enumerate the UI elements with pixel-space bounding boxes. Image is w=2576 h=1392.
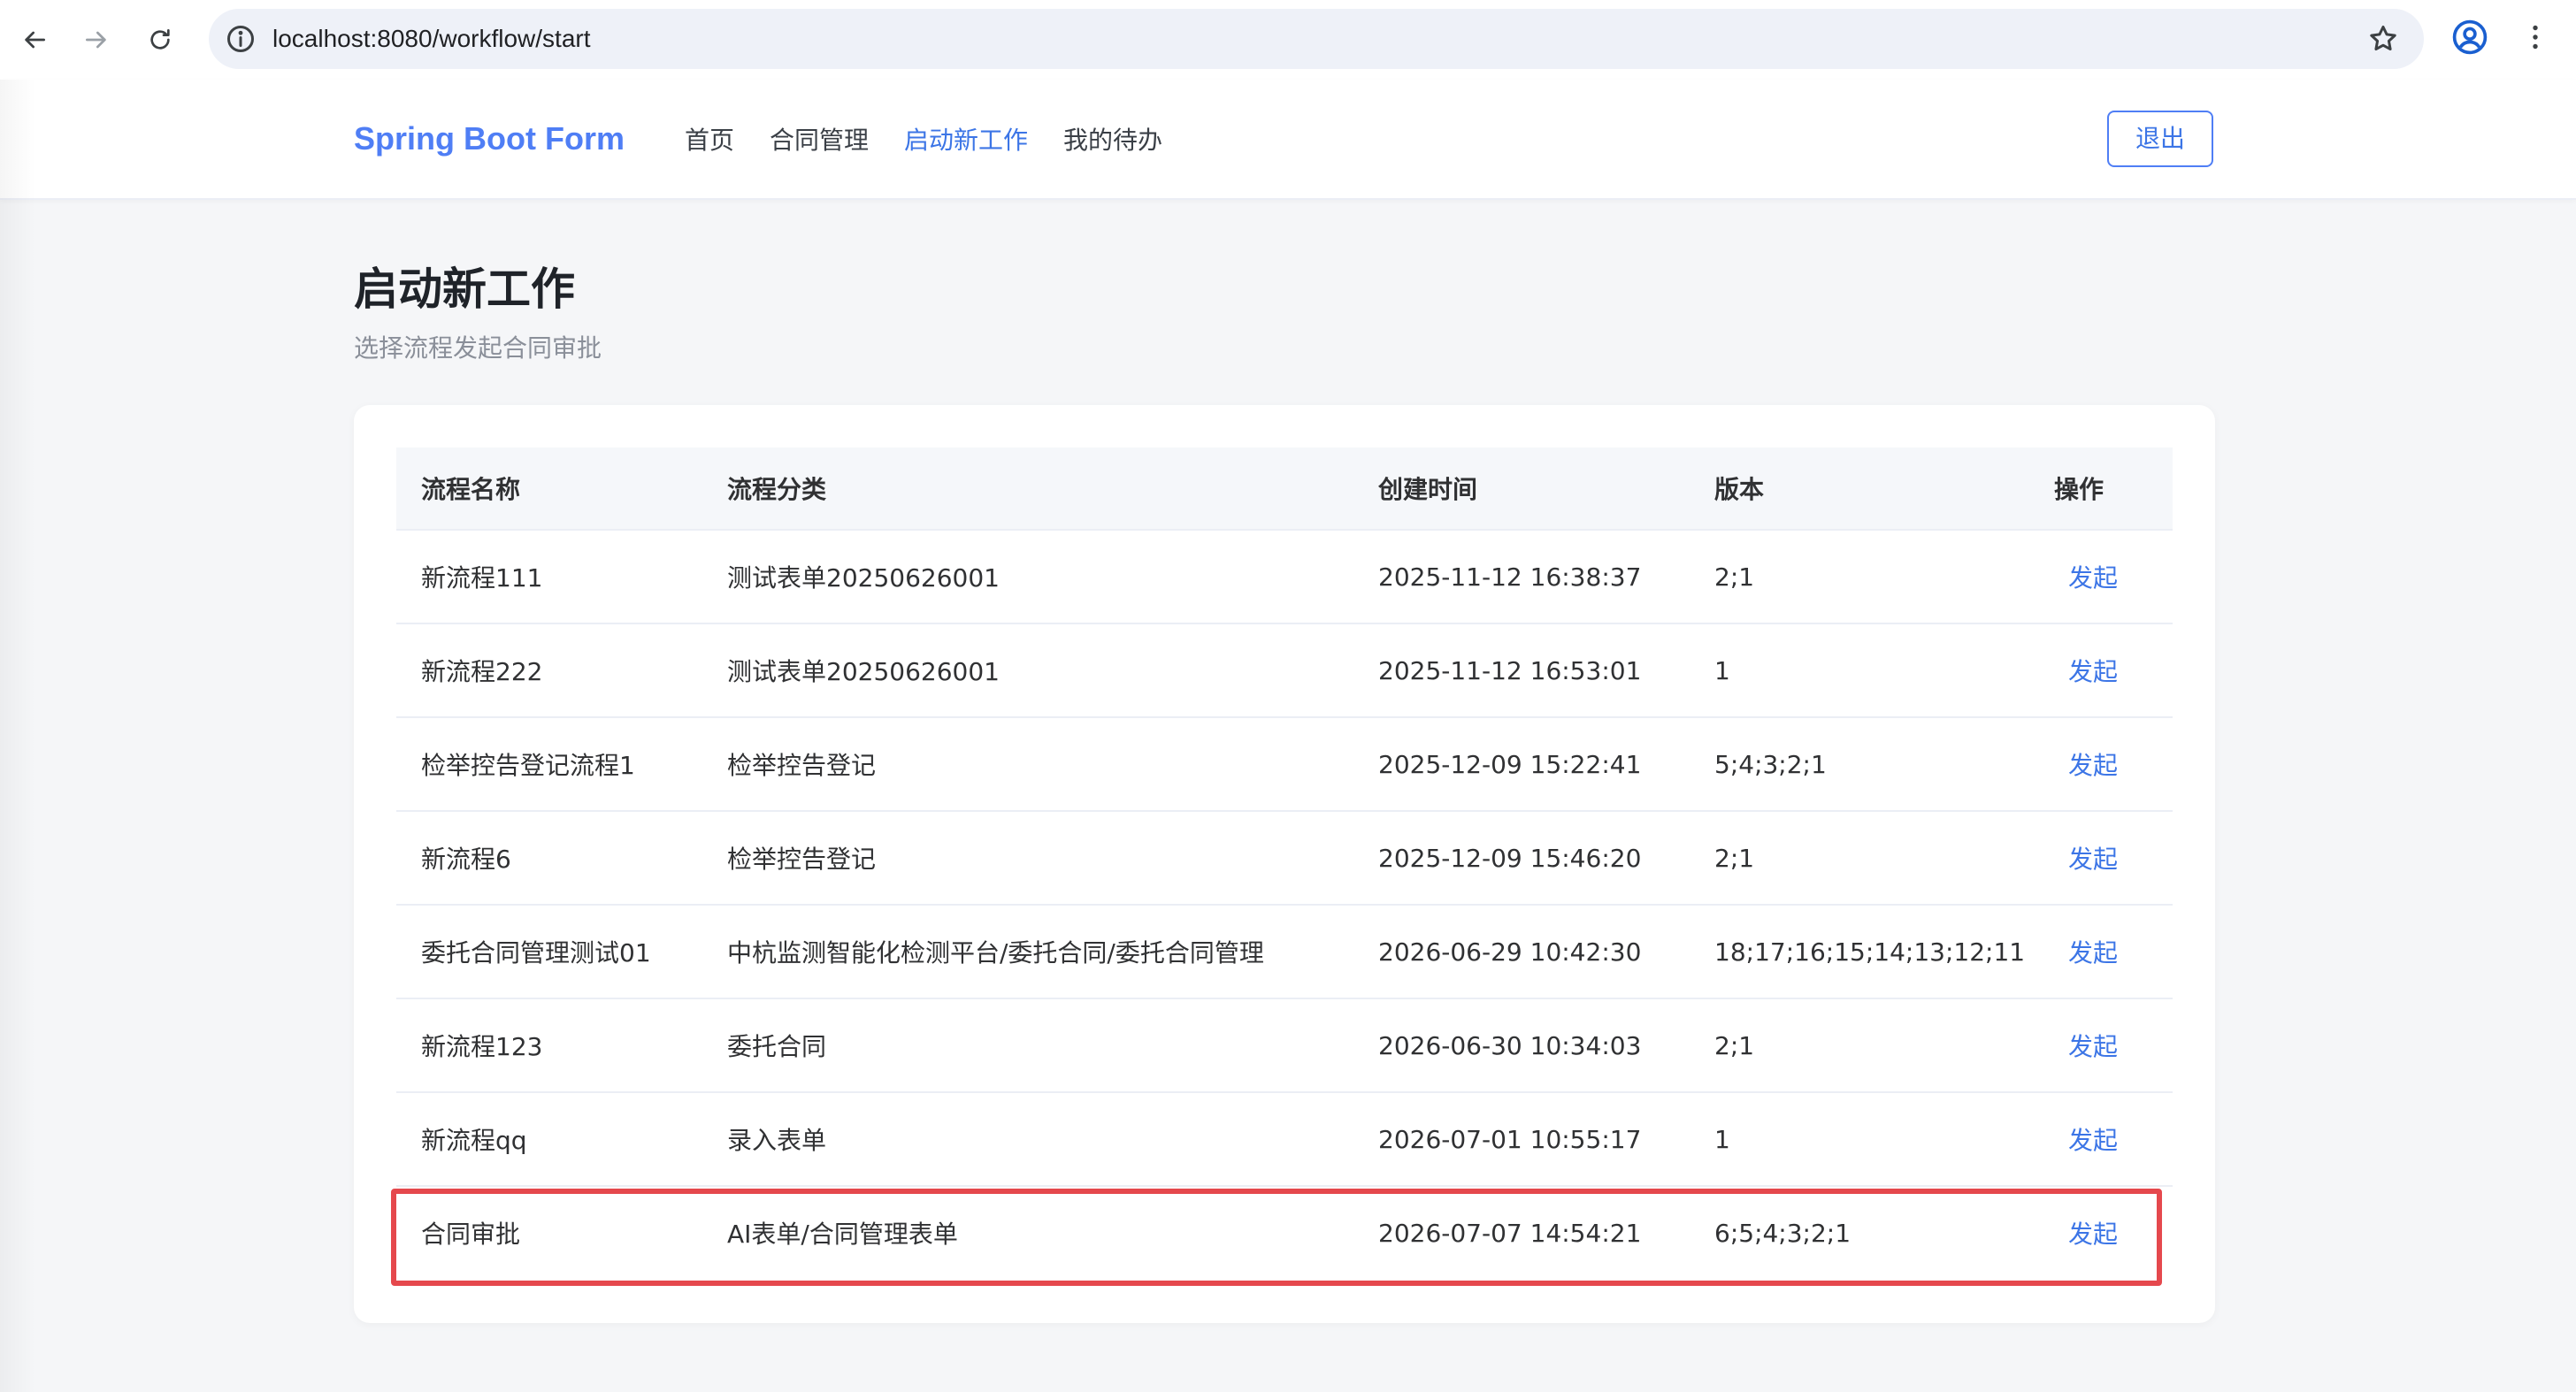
cell-name: 新流程222: [396, 623, 702, 718]
page-subtitle: 选择流程发起合同审批: [354, 333, 602, 363]
address-bar[interactable]: localhost:8080/workflow/start: [209, 9, 2424, 69]
cell-category: 委托合同: [702, 998, 1353, 1093]
app-header: Spring Boot Form 首页 合同管理 启动新工作 我的待办 退出: [0, 80, 2576, 200]
cell-version: 2;1: [1690, 811, 2029, 906]
cell-created: 2025-12-09 15:46:20: [1353, 811, 1690, 906]
table-row: 新流程6 检举控告登记 2025-12-09 15:46:20 2;1 发起: [396, 811, 2173, 906]
table-row: 新流程111 测试表单20250626001 2025-11-12 16:38:…: [396, 530, 2173, 624]
site-info-icon[interactable]: [225, 23, 257, 55]
cell-name: 新流程123: [396, 998, 702, 1093]
start-workflow-link[interactable]: 发起: [2054, 1220, 2118, 1249]
cell-category: AI表单/合同管理表单: [727, 1220, 958, 1249]
browser-menu-icon[interactable]: [2519, 18, 2551, 57]
reload-icon[interactable]: [138, 18, 182, 62]
cell-created: 2026-07-07 14:54:21: [1378, 1218, 1642, 1248]
start-workflow-link[interactable]: 发起: [2054, 751, 2118, 780]
cell-name: 委托合同管理测试01: [396, 905, 702, 999]
nav-item-start-workflow[interactable]: 启动新工作: [904, 121, 1028, 157]
table-row: 新流程123 委托合同 2026-06-30 10:34:03 2;1 发起: [396, 998, 2173, 1093]
start-workflow-link[interactable]: 发起: [2054, 563, 2118, 593]
workflow-card: 流程名称 流程分类 创建时间 版本 操作 新流程111 测试表单20250626…: [354, 405, 2215, 1323]
nav-item-contracts[interactable]: 合同管理: [770, 121, 869, 157]
cell-version: 6;5;4;3;2;1: [1714, 1218, 1852, 1248]
logout-button[interactable]: 退出: [2107, 111, 2213, 167]
page-title: 启动新工作: [354, 264, 575, 315]
cell-name: 合同审批: [421, 1220, 521, 1249]
cell-name: 新流程111: [396, 530, 702, 624]
cell-action: 发起: [2029, 998, 2173, 1093]
cell-category: 录入表单: [702, 1092, 1353, 1187]
cell-category: 测试表单20250626001: [702, 530, 1353, 624]
start-workflow-link[interactable]: 发起: [2054, 938, 2118, 968]
cell-category: 检举控告登记: [702, 811, 1353, 906]
start-workflow-link[interactable]: 发起: [2054, 1126, 2118, 1155]
cell-created: 2025-11-12 16:38:37: [1353, 530, 1690, 624]
profile-icon[interactable]: [2450, 18, 2489, 57]
cell-action: 发起: [2029, 623, 2173, 718]
cell-version: 2;1: [1690, 530, 2029, 624]
workflow-table: 流程名称 流程分类 创建时间 版本 操作 新流程111 测试表单20250626…: [396, 447, 2173, 1279]
nav-item-my-todos[interactable]: 我的待办: [1063, 121, 1162, 157]
table-row: 新流程qq 录入表单 2026-07-01 10:55:17 1 发起: [396, 1092, 2173, 1187]
cell-action: 发起: [2029, 530, 2173, 624]
cell-action: 发起: [2029, 717, 2173, 812]
table-row: 委托合同管理测试01 中杭监测智能化检测平台/委托合同/委托合同管理 2026-…: [396, 905, 2173, 999]
column-header-action: 操作: [2029, 447, 2173, 531]
column-header-name: 流程名称: [396, 447, 702, 531]
cell-name: 新流程qq: [396, 1092, 702, 1187]
cell-created: 2026-06-29 10:42:30: [1353, 905, 1690, 999]
cell-category: 检举控告登记: [702, 717, 1353, 812]
table-row: 新流程222 测试表单20250626001 2025-11-12 16:53:…: [396, 623, 2173, 718]
page-edge-shade: [0, 80, 35, 1392]
cell-created: 2025-11-12 16:53:01: [1353, 623, 1690, 718]
cell-version: 5;4;3;2;1: [1690, 717, 2029, 812]
column-header-category: 流程分类: [702, 447, 1353, 531]
main-nav: 首页 合同管理 启动新工作 我的待办: [685, 80, 1198, 198]
cell-created: 2026-07-01 10:55:17: [1353, 1092, 1690, 1187]
cell-version: 18;17;16;15;14;13;12;11: [1690, 905, 2029, 999]
browser-toolbar: localhost:8080/workflow/start: [0, 0, 2576, 80]
column-header-version: 版本: [1690, 447, 2029, 531]
cell-action: 发起: [2029, 811, 2173, 906]
nav-item-home[interactable]: 首页: [685, 121, 734, 157]
back-icon[interactable]: [12, 18, 57, 62]
bookmark-star-icon[interactable]: [2367, 23, 2399, 55]
cell-action: 发起: [2029, 1186, 2173, 1279]
cell-version: 1: [1690, 623, 2029, 718]
cell-created: 2026-06-30 10:34:03: [1353, 998, 1690, 1093]
start-workflow-link[interactable]: 发起: [2054, 845, 2118, 874]
cell-category: 测试表单20250626001: [702, 623, 1353, 718]
table-row: 检举控告登记流程1 检举控告登记 2025-12-09 15:22:41 5;4…: [396, 717, 2173, 812]
table-header-row: 流程名称 流程分类 创建时间 版本 操作: [396, 447, 2173, 531]
start-workflow-link[interactable]: 发起: [2054, 1032, 2118, 1061]
table-row: 合同审批 AI表单/合同管理表单 2026-07-07 14:54:21 6;5…: [396, 1186, 2173, 1279]
start-workflow-link[interactable]: 发起: [2054, 657, 2118, 686]
cell-name: 检举控告登记流程1: [396, 717, 702, 812]
cell-action: 发起: [2029, 905, 2173, 999]
cell-version: 2;1: [1690, 998, 2029, 1093]
cell-created: 2025-12-09 15:22:41: [1353, 717, 1690, 812]
cell-action: 发起: [2029, 1092, 2173, 1187]
cell-category: 中杭监测智能化检测平台/委托合同/委托合同管理: [702, 905, 1353, 999]
brand-logo[interactable]: Spring Boot Form: [354, 80, 625, 198]
column-header-created: 创建时间: [1353, 447, 1690, 531]
cell-version: 1: [1690, 1092, 2029, 1187]
url-text[interactable]: localhost:8080/workflow/start: [272, 9, 591, 69]
forward-icon[interactable]: [74, 18, 119, 62]
cell-name: 新流程6: [396, 811, 702, 906]
